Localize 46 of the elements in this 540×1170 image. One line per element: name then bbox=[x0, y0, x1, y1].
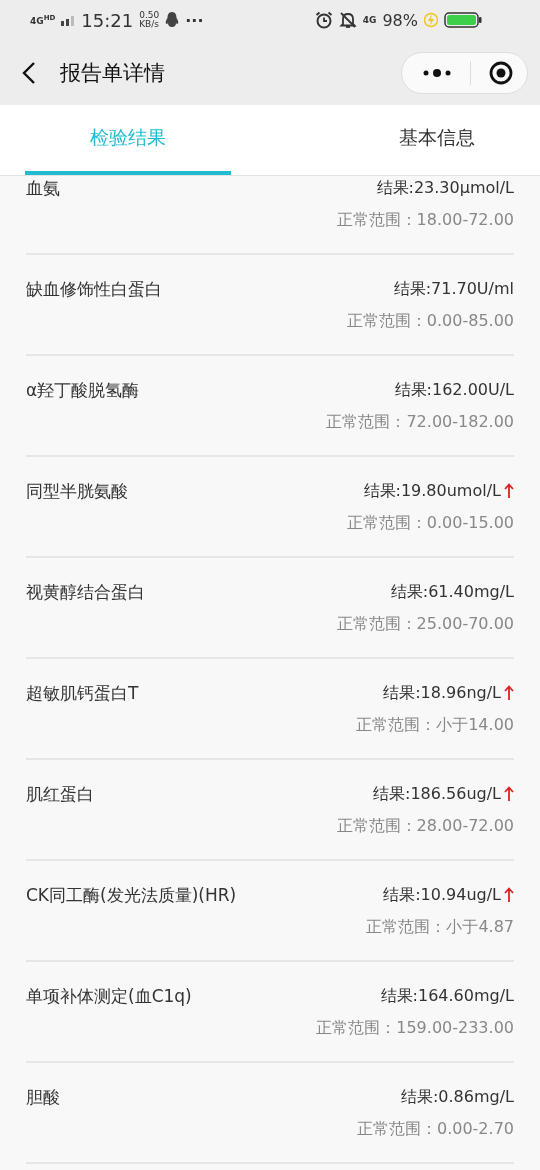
more-notifications: ··· bbox=[185, 10, 204, 30]
normal-range: 正常范围：72.00-182.00 bbox=[326, 411, 514, 433]
back-icon[interactable] bbox=[22, 60, 36, 85]
test-result: 结果:186.56ug/L bbox=[373, 783, 501, 805]
test-name: 肌红蛋白 bbox=[26, 782, 94, 806]
normal-range: 正常范围：28.00-72.00 bbox=[336, 815, 514, 837]
test-result: 结果:10.94ug/L bbox=[383, 884, 501, 906]
normal-range: 正常范围：小于4.87 bbox=[366, 916, 514, 938]
test-result: 结果:162.00U/L bbox=[394, 379, 514, 401]
normal-range: 正常范围：18.00-72.00 bbox=[336, 209, 514, 231]
test-name: 同型半胱氨酸 bbox=[26, 479, 128, 503]
test-result: 结果:23.30µmol/L bbox=[376, 177, 514, 199]
test-result: 结果:164.60mg/L bbox=[380, 985, 514, 1007]
test-name: 视黄醇结合蛋白 bbox=[26, 580, 145, 604]
test-result: 结果:0.86mg/L bbox=[400, 1086, 514, 1108]
test-name: 胆酸 bbox=[26, 1085, 60, 1109]
normal-range: 正常范围：小于14.00 bbox=[356, 714, 514, 736]
test-name: 超敏肌钙蛋白T bbox=[26, 681, 139, 705]
normal-range: 正常范围：159.00-233.00 bbox=[316, 1017, 514, 1039]
normal-range: 正常范围：25.00-70.00 bbox=[336, 613, 514, 635]
test-result: 结果:61.40mg/L bbox=[390, 581, 514, 603]
network-type: 4G bbox=[362, 15, 377, 25]
test-name: 血氨 bbox=[26, 176, 60, 200]
test-name: 缺血修饰性白蛋白 bbox=[26, 277, 162, 301]
signal-icon bbox=[61, 14, 76, 26]
network-type: 4G$^{HD}$ bbox=[30, 14, 56, 26]
test-result: 结果:18.96ng/L bbox=[383, 682, 501, 704]
test-name: α羟丁酸脱氢酶 bbox=[26, 378, 140, 402]
page-title: 报告单详情 bbox=[60, 59, 166, 87]
charging-icon bbox=[424, 12, 438, 28]
test-name: 单项补体测定(血C1q) bbox=[26, 984, 192, 1008]
clock-time: 15:21 bbox=[81, 9, 134, 31]
normal-range: 正常范围：0.00-2.70 bbox=[356, 1118, 514, 1140]
normal-range: 正常范围：0.00-85.00 bbox=[346, 310, 514, 332]
muted-bell-icon bbox=[338, 11, 357, 29]
test-result: 结果:19.80umol/L bbox=[363, 480, 501, 502]
test-result: 结果:71.70U/ml bbox=[393, 278, 514, 300]
penguin-icon bbox=[165, 12, 180, 28]
battery-percent: 98% bbox=[382, 10, 418, 30]
normal-range: 正常范围：0.00-15.00 bbox=[346, 512, 514, 534]
alarm-icon bbox=[314, 11, 333, 29]
tab[interactable]: 基本信息 bbox=[334, 105, 540, 175]
test-name: CK同工酶(发光法质量)(HR) bbox=[26, 883, 237, 907]
battery-icon bbox=[444, 12, 482, 28]
network-speed: 0.50 KB/s bbox=[139, 11, 160, 29]
more-icon[interactable] bbox=[422, 67, 452, 78]
